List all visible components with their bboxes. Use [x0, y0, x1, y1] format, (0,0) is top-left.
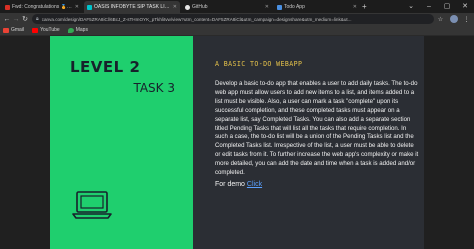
tab-strip: Fwd: Congratulations 🏅 || Offer ✕ OASIS … [0, 0, 474, 13]
tab-label: Fwd: Congratulations 🏅 || Offer [12, 4, 73, 10]
todo-favicon-icon [277, 4, 282, 10]
tab-label: OASIS INFOBYTE SIP TASK LIST [94, 4, 171, 10]
window-close-icon[interactable]: ✕ [456, 0, 474, 12]
tab-offer-email[interactable]: Fwd: Congratulations 🏅 || Offer ✕ [2, 1, 82, 13]
reload-icon[interactable]: ↻ [20, 14, 30, 24]
demo-label: For demo [215, 180, 245, 188]
close-icon[interactable]: ✕ [265, 4, 269, 10]
close-icon[interactable]: ✕ [75, 4, 79, 10]
canva-favicon-icon [87, 4, 92, 10]
browser-toolbar: ← → ↻ 🔒︎ canva.com/design/DAF5ZRA8iCl/6B… [0, 13, 474, 25]
tab-github[interactable]: GitHub ✕ [182, 1, 272, 13]
bookmark-label: Gmail [11, 27, 25, 33]
maps-icon [67, 27, 74, 33]
bookmark-maps[interactable]: Maps [67, 27, 88, 33]
tab-label: GitHub [192, 4, 208, 10]
bookmark-youtube[interactable]: YouTube [32, 27, 60, 33]
laptop-icon [72, 191, 112, 219]
bookmark-label: Maps [75, 27, 88, 33]
chevron-down-icon[interactable]: ⌄ [402, 0, 420, 12]
bookmarks-bar: Gmail YouTube Maps [0, 25, 474, 36]
avatar[interactable] [450, 15, 458, 23]
github-favicon-icon [185, 4, 190, 10]
bookmark-label: YouTube [40, 27, 60, 33]
new-tab-plus-icon[interactable]: + [362, 2, 367, 11]
menu-dots-icon[interactable]: ⋮ [462, 14, 471, 24]
slide-title-panel: LEVEL 2 TASK 3 [50, 36, 193, 249]
gmail-icon [3, 27, 9, 33]
youtube-icon [32, 27, 39, 33]
level-title: LEVEL 2 [70, 58, 141, 76]
tab-todo-app[interactable]: Todo App ✕ [274, 1, 360, 13]
task-subtitle: TASK 3 [133, 81, 175, 95]
address-bar[interactable]: 🔒︎ canva.com/design/DAF5ZRA8iCl/6BcJ_Z-s… [32, 14, 434, 24]
bookmark-gmail[interactable]: Gmail [3, 27, 24, 33]
gmail-favicon-icon [5, 4, 10, 10]
slide-content: A BASIC TO-DO WEBAPP Develop a basic to-… [215, 60, 420, 188]
demo-click-link[interactable]: Click [247, 181, 262, 188]
page-viewport: LEVEL 2 TASK 3 A BASIC TO-DO WEBAPP Deve… [0, 36, 474, 249]
star-icon[interactable]: ☆ [436, 14, 445, 24]
task-description: Develop a basic to-do app that enables a… [215, 80, 419, 177]
maximize-icon[interactable]: ▢ [438, 0, 456, 12]
tab-task-list[interactable]: OASIS INFOBYTE SIP TASK LIST ✕ [84, 1, 180, 13]
url-text[interactable]: canva.com/design/DAF5ZRA8iCl/6BcJ_Z-sTHm… [42, 17, 352, 22]
demo-line: For demo Click [215, 181, 420, 188]
close-icon[interactable]: ✕ [353, 4, 357, 10]
task-heading: A BASIC TO-DO WEBAPP [215, 60, 303, 68]
presentation-slide: LEVEL 2 TASK 3 A BASIC TO-DO WEBAPP Deve… [50, 36, 424, 249]
minimize-icon[interactable]: – [420, 0, 438, 12]
lock-icon: 🔒︎ [36, 16, 39, 22]
close-icon[interactable]: ✕ [173, 4, 177, 10]
tab-label: Todo App [284, 4, 305, 10]
